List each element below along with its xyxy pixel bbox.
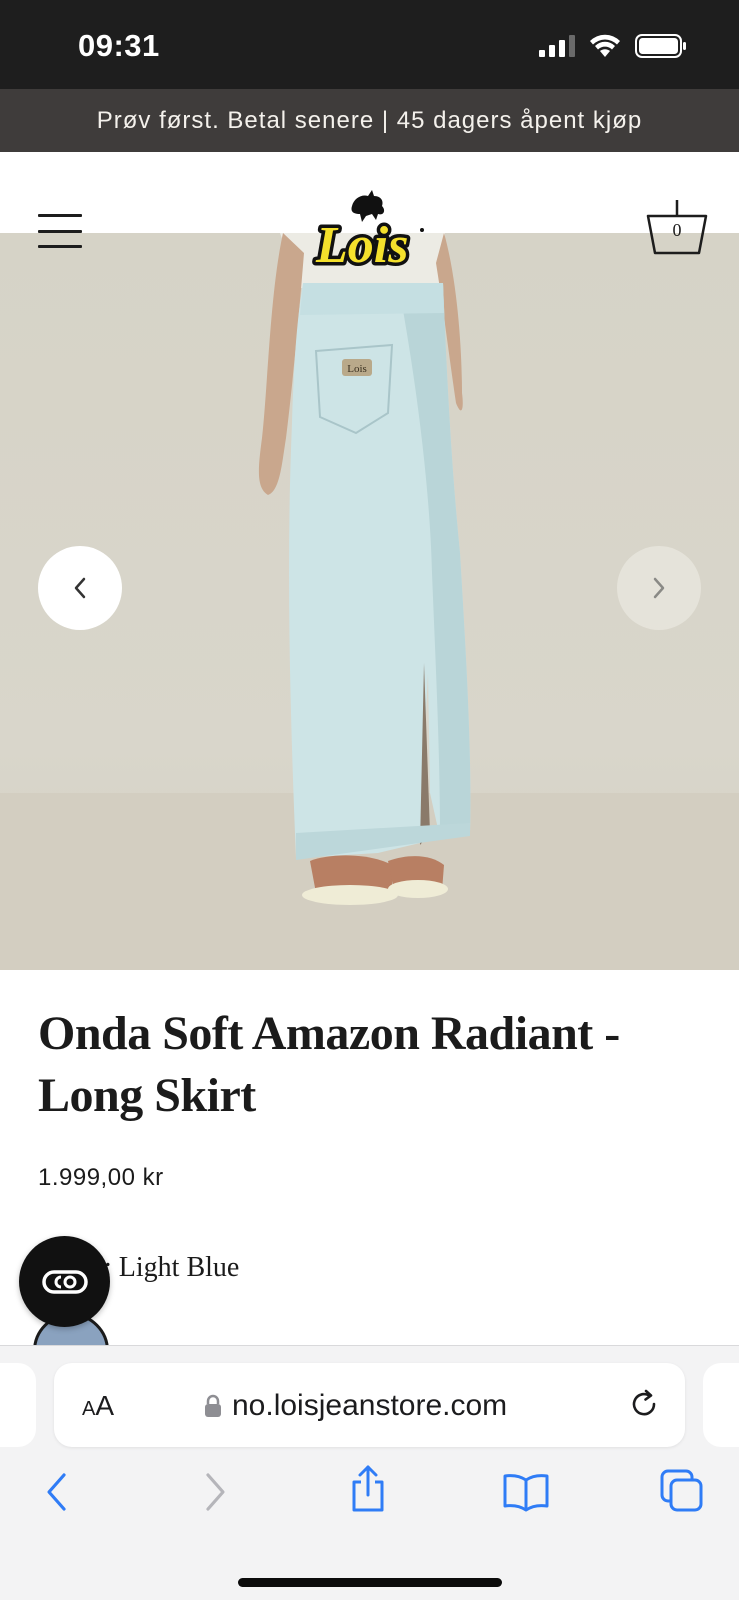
carousel-prev-button[interactable] xyxy=(38,546,122,630)
status-bar: 09:31 xyxy=(0,0,739,89)
pocket-label: Lois xyxy=(347,363,367,375)
lois-logo[interactable]: Lois Lois xyxy=(310,184,430,274)
previous-tab-preview[interactable] xyxy=(0,1363,36,1447)
battery-icon xyxy=(635,34,686,58)
tabs-icon[interactable] xyxy=(659,1468,705,1514)
page: 09:31 Prøv først. Betal senere | 45 dage… xyxy=(0,0,739,1600)
url-display[interactable]: no.loisjeanstore.com xyxy=(204,1389,507,1423)
wifi-icon xyxy=(590,34,620,57)
promo-banner[interactable]: Prøv først. Betal senere | 45 dagers åpe… xyxy=(0,89,739,152)
address-bar[interactable]: AA no.loisjeanstore.com xyxy=(54,1363,685,1447)
basket-icon[interactable]: 0 xyxy=(646,198,708,258)
status-icons xyxy=(539,34,687,58)
browser-toolbar xyxy=(0,1456,739,1536)
home-indicator xyxy=(238,1578,502,1587)
chat-button[interactable] xyxy=(19,1236,110,1327)
chat-icon xyxy=(41,1269,88,1294)
carousel-next-button[interactable] xyxy=(617,546,701,630)
signal-icon xyxy=(539,35,575,57)
product-title: Onda Soft Amazon Radiant - Long Skirt xyxy=(38,1007,620,1122)
chevron-right-icon xyxy=(653,577,665,599)
svg-text:Lois: Lois xyxy=(315,217,408,274)
lock-icon xyxy=(205,1394,221,1417)
menu-icon[interactable] xyxy=(38,214,82,248)
text-size-button[interactable]: AA xyxy=(82,1390,114,1422)
promo-text: Prøv først. Betal senere | 45 dagers åpe… xyxy=(96,106,643,134)
product-image-carousel[interactable]: Lois xyxy=(0,233,739,970)
forward-icon[interactable] xyxy=(200,1470,230,1514)
status-time: 09:31 xyxy=(78,28,160,63)
browser-bottom-bar: AA no.loisjeanstore.com xyxy=(0,1345,739,1600)
reload-icon[interactable] xyxy=(627,1387,661,1421)
chevron-left-icon xyxy=(74,577,86,599)
next-tab-preview[interactable] xyxy=(703,1363,739,1447)
share-icon[interactable] xyxy=(348,1464,388,1514)
url-text: no.loisjeanstore.com xyxy=(232,1389,508,1422)
product-price: 1.999,00 kr xyxy=(38,1164,164,1191)
color-value: Light Blue xyxy=(118,1252,240,1283)
back-icon[interactable] xyxy=(42,1470,72,1514)
cart-count: 0 xyxy=(672,220,682,240)
bookmarks-icon[interactable] xyxy=(502,1472,550,1512)
